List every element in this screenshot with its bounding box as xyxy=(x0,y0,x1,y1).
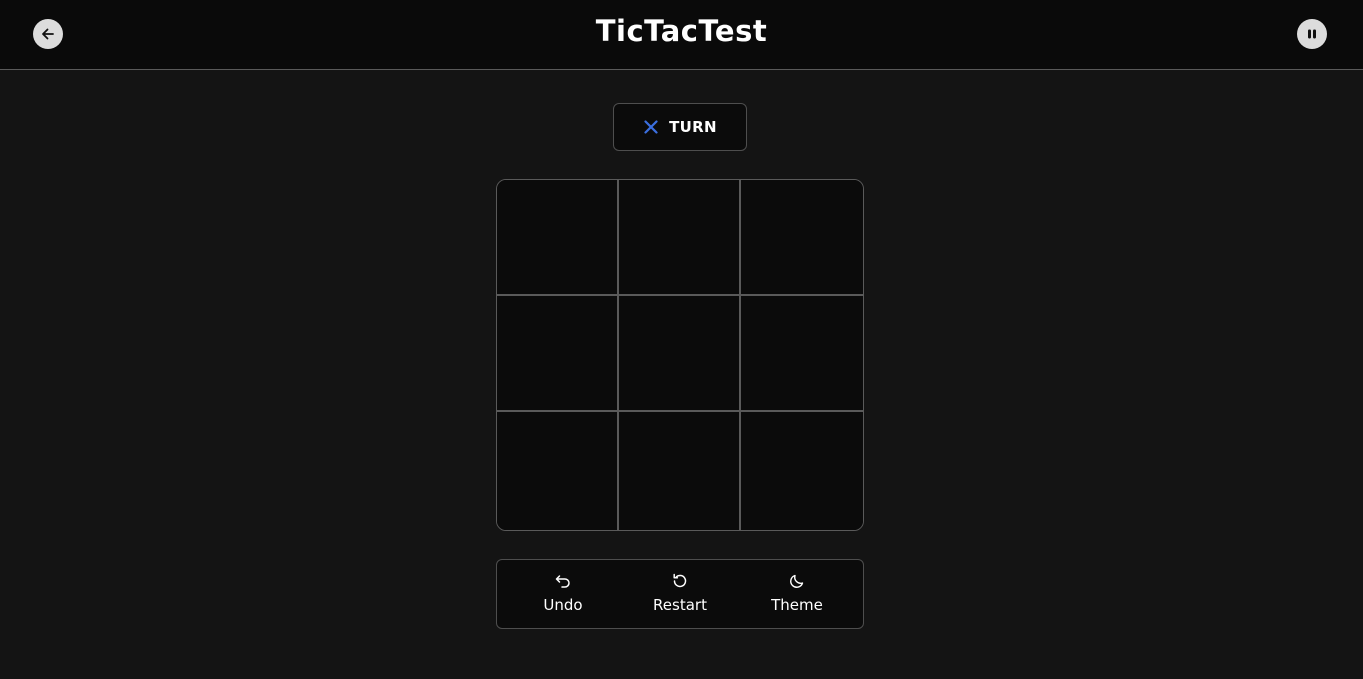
board-cell-3-3[interactable] xyxy=(741,412,863,530)
pause-icon xyxy=(1308,29,1316,39)
board-cell-3-1[interactable] xyxy=(497,412,619,530)
theme-label: Theme xyxy=(771,596,823,614)
board-cell-2-2[interactable] xyxy=(619,296,741,412)
game-controls: Undo Restart Theme xyxy=(496,559,864,629)
restart-button[interactable]: Restart xyxy=(635,572,725,618)
x-icon xyxy=(644,120,658,134)
game-board xyxy=(496,179,864,531)
app-title: TicTacTest xyxy=(595,14,768,48)
undo-button[interactable]: Undo xyxy=(518,572,608,618)
turn-indicator: TURN xyxy=(613,103,747,151)
restart-label: Restart xyxy=(653,596,707,614)
undo-icon xyxy=(555,575,570,588)
board-cell-2-3[interactable] xyxy=(741,296,863,412)
undo-label: Undo xyxy=(543,596,583,614)
restart-icon xyxy=(673,573,687,588)
pause-button[interactable] xyxy=(1297,19,1327,49)
board-cell-1-3[interactable] xyxy=(741,180,863,296)
moon-icon xyxy=(790,574,804,588)
board-cell-1-1[interactable] xyxy=(497,180,619,296)
board-cell-1-2[interactable] xyxy=(619,180,741,296)
board-cell-2-1[interactable] xyxy=(497,296,619,412)
board-cell-3-2[interactable] xyxy=(619,412,741,530)
theme-button[interactable]: Theme xyxy=(752,572,842,618)
turn-label: TURN xyxy=(669,118,717,136)
top-bar: TicTacTest xyxy=(0,0,1363,70)
